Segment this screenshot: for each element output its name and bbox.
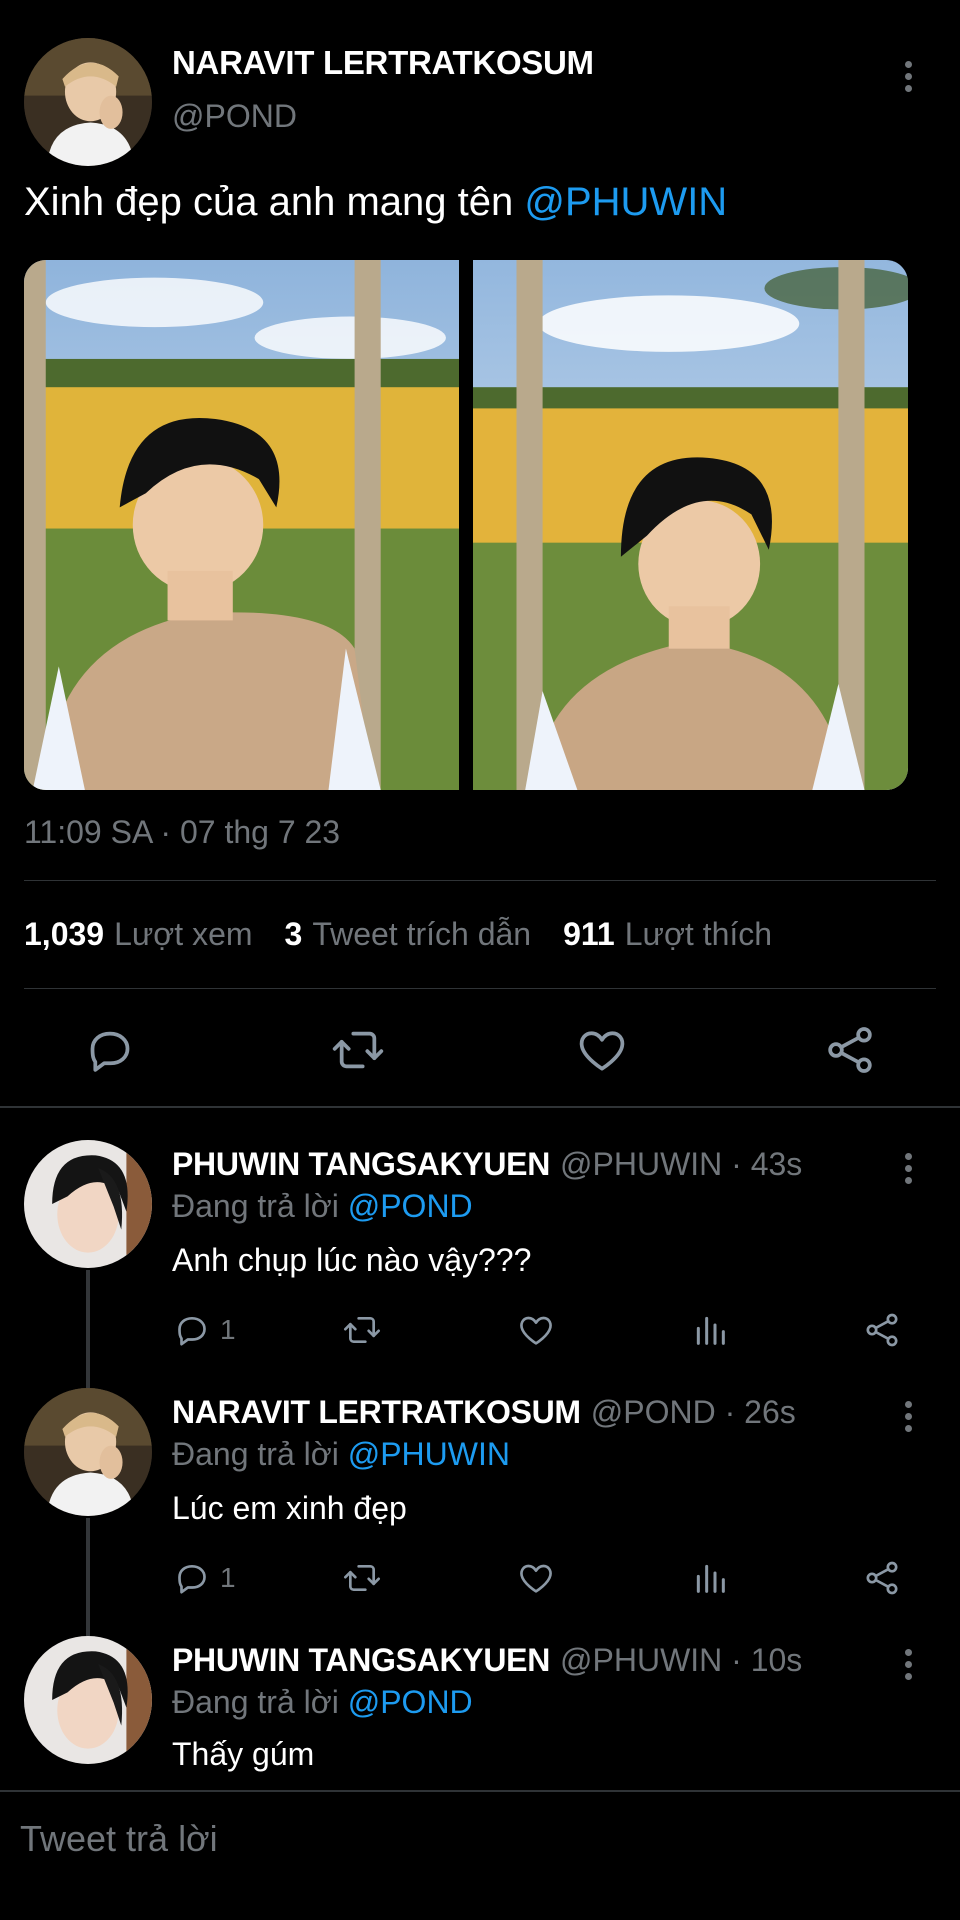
quotes-label: Tweet trích dẫn bbox=[312, 916, 532, 952]
tweet-text: Xinh đẹp của anh mang tên @PHUWIN bbox=[24, 180, 727, 225]
tweet-action-bar bbox=[0, 1010, 960, 1090]
like-icon bbox=[520, 1316, 552, 1345]
retweet-icon bbox=[344, 1317, 380, 1343]
reply-author: PHUWIN TANGSAKYUEN @PHUWIN · 43s bbox=[172, 1146, 802, 1183]
like-icon[interactable] bbox=[574, 1022, 630, 1078]
more-options-icon[interactable] bbox=[893, 1644, 923, 1684]
views-stat[interactable]: 1,039 Lượt xem bbox=[24, 916, 253, 953]
reply-tweet[interactable]: NARAVIT LERTRATKOSUM @POND · 26s Đang trả… bbox=[0, 1388, 960, 1598]
share-icon bbox=[866, 1561, 898, 1595]
reply-display-name[interactable]: NARAVIT LERTRATKOSUM bbox=[172, 1394, 581, 1430]
reply-text: Lúc em xinh đẹp bbox=[172, 1490, 407, 1526]
reply-icon bbox=[178, 1565, 206, 1594]
analytics-icon bbox=[696, 1564, 725, 1593]
replying-to: Đang trả lời @PHUWIN bbox=[172, 1436, 510, 1473]
reply-text: Thấy gúm bbox=[172, 1736, 315, 1772]
reply-text: Anh chụp lúc nào vậy??? bbox=[172, 1242, 532, 1278]
likes-stat[interactable]: 911 Lượt thích bbox=[563, 916, 772, 953]
like-button[interactable] bbox=[516, 1308, 556, 1352]
more-options-icon[interactable] bbox=[893, 1396, 923, 1436]
reply-composer bbox=[0, 1792, 960, 1920]
retweet-icon bbox=[344, 1565, 380, 1591]
like-icon bbox=[520, 1564, 552, 1593]
reply-tweet[interactable]: PHUWIN TANGSAKYUEN @PHUWIN · 10s Đang trả… bbox=[0, 1636, 960, 1776]
replying-to-label: Đang trả lời bbox=[172, 1684, 348, 1720]
share-button[interactable] bbox=[862, 1308, 902, 1352]
author-handle[interactable]: @POND bbox=[172, 98, 297, 135]
share-button[interactable] bbox=[862, 1556, 902, 1600]
reply-count: 1 bbox=[220, 1314, 236, 1345]
reply-avatar[interactable] bbox=[24, 1388, 152, 1516]
reply-action-bar: 1 bbox=[172, 1308, 912, 1358]
author-display-name[interactable]: NARAVIT LERTRATKOSUM bbox=[172, 44, 594, 82]
divider bbox=[24, 988, 936, 989]
reply-icon[interactable] bbox=[82, 1022, 138, 1078]
retweet-button[interactable] bbox=[342, 1308, 382, 1352]
analytics-button[interactable] bbox=[690, 1308, 730, 1352]
analytics-button[interactable] bbox=[690, 1556, 730, 1600]
reply-avatar[interactable] bbox=[24, 1140, 152, 1268]
reply-meta: @PHUWIN · 43s bbox=[560, 1146, 803, 1182]
analytics-icon bbox=[696, 1316, 725, 1345]
reply-avatar[interactable] bbox=[24, 1636, 152, 1764]
reply-meta: @POND · 26s bbox=[590, 1394, 796, 1430]
more-options-icon[interactable] bbox=[893, 56, 923, 96]
reply-count: 1 bbox=[220, 1562, 236, 1593]
reply-tweet[interactable]: PHUWIN TANGSAKYUEN @PHUWIN · 43s Đang trả… bbox=[0, 1140, 960, 1350]
reply-input[interactable] bbox=[20, 1818, 920, 1860]
divider bbox=[24, 880, 936, 881]
replying-to-label: Đang trả lời bbox=[172, 1188, 348, 1224]
share-icon[interactable] bbox=[822, 1022, 878, 1078]
reply-author: PHUWIN TANGSAKYUEN @PHUWIN · 10s bbox=[172, 1642, 802, 1679]
likes-count: 911 bbox=[563, 916, 615, 952]
like-button[interactable] bbox=[516, 1556, 556, 1600]
replying-to-label: Đang trả lời bbox=[172, 1436, 348, 1472]
retweet-icon[interactable] bbox=[330, 1022, 386, 1078]
tweet-text-body: Xinh đẹp của anh mang tên bbox=[24, 180, 525, 224]
retweet-button[interactable] bbox=[342, 1556, 382, 1600]
tweet-media-grid bbox=[24, 260, 908, 790]
divider bbox=[0, 1106, 960, 1108]
replying-to-mention[interactable]: @PHUWIN bbox=[348, 1436, 510, 1472]
tweet-photo-2[interactable] bbox=[473, 260, 908, 790]
tweet-photo-1[interactable] bbox=[24, 260, 459, 790]
quotes-stat[interactable]: 3 Tweet trích dẫn bbox=[285, 916, 532, 953]
quotes-count: 3 bbox=[284, 916, 303, 952]
tweet-stats: 1,039 Lượt xem 3 Tweet trích dẫn 911 Lượt t… bbox=[24, 916, 772, 953]
likes-label: Lượt thích bbox=[624, 916, 773, 952]
tweet-mention-link[interactable]: @PHUWIN bbox=[524, 180, 727, 224]
reply-display-name[interactable]: PHUWIN TANGSAKYUEN bbox=[172, 1146, 550, 1182]
views-label: Lượt xem bbox=[114, 916, 253, 952]
more-options-icon[interactable] bbox=[893, 1148, 923, 1188]
replying-to: Đang trả lời @POND bbox=[172, 1684, 473, 1721]
reply-display-name[interactable]: PHUWIN TANGSAKYUEN bbox=[172, 1642, 550, 1678]
reply-button[interactable]: 1 bbox=[172, 1556, 236, 1600]
replying-to: Đang trả lời @POND bbox=[172, 1188, 473, 1225]
reply-meta: @PHUWIN · 10s bbox=[560, 1642, 803, 1678]
views-count: 1,039 bbox=[24, 916, 105, 952]
replying-to-mention[interactable]: @POND bbox=[348, 1188, 473, 1224]
share-icon bbox=[866, 1313, 898, 1347]
reply-button[interactable]: 1 bbox=[172, 1308, 236, 1352]
reply-author: NARAVIT LERTRATKOSUM @POND · 26s bbox=[172, 1394, 796, 1431]
reply-icon bbox=[178, 1317, 206, 1346]
reply-action-bar: 1 bbox=[172, 1556, 912, 1606]
tweet-timestamp[interactable]: 11:09 SA · 07 thg 7 23 bbox=[24, 814, 340, 851]
replying-to-mention[interactable]: @POND bbox=[348, 1684, 473, 1720]
author-avatar[interactable] bbox=[24, 38, 152, 166]
